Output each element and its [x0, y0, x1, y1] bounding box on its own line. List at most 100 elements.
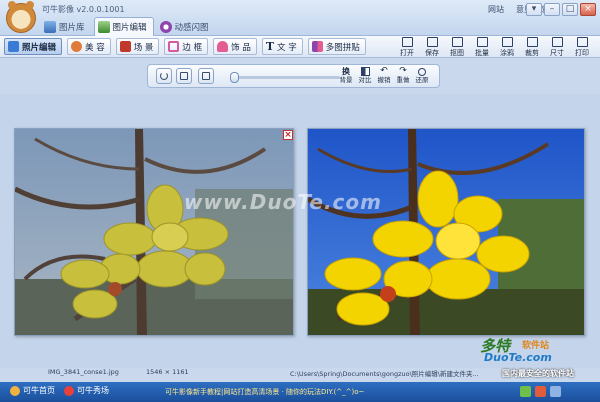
- restore-icon: [418, 68, 426, 76]
- workspace: × www.DuoTe.com IMG_3841_conse1.jpg 1546…: [0, 94, 600, 378]
- compare-icon: [360, 67, 370, 76]
- category-collage-button[interactable]: 多图拼贴: [307, 38, 366, 55]
- actual-size-button[interactable]: [198, 68, 214, 84]
- scene-icon: [119, 41, 131, 52]
- category-label: 场 景: [133, 42, 154, 53]
- restore-label: 还原: [415, 76, 429, 84]
- compare-label: 对比: [358, 76, 372, 84]
- app-title: 可牛影像 v2.0.0.1001: [42, 5, 125, 14]
- doodle-icon: [501, 37, 513, 47]
- action-label: 裁剪: [525, 49, 539, 57]
- news-ticker[interactable]: 可牛影像新手教程|网站打造高清场景 · 随你的玩法DIY.(^_^)o~: [165, 387, 364, 397]
- image-edit-icon: [97, 21, 110, 33]
- compare-button[interactable]: 对比: [355, 67, 375, 87]
- batch-button[interactable]: 批量: [471, 36, 493, 58]
- site-watermark-sub: 软件站: [522, 341, 550, 351]
- actual-size-icon: [202, 72, 210, 80]
- original-photo[interactable]: [14, 128, 294, 336]
- category-decoration-button[interactable]: 饰 品: [213, 38, 257, 55]
- undo-icon: ↶: [380, 66, 388, 76]
- website-link[interactable]: 网站: [488, 4, 504, 15]
- tab-label: 图片库: [59, 23, 85, 33]
- show-label: 可牛秀场: [77, 386, 109, 395]
- doodle-button[interactable]: 涂鸦: [496, 36, 518, 58]
- action-label: 抠图: [450, 49, 464, 57]
- category-label: 照片编辑: [22, 42, 57, 53]
- save-button[interactable]: 保存: [421, 36, 443, 58]
- tab-label: 动感闪图: [174, 23, 209, 33]
- status-bar: 可牛首页 可牛秀场 可牛影像新手教程|网站打造高清场景 · 随你的玩法DIY.(…: [0, 382, 600, 402]
- action-buttons: 打开 保存 抠图 批量 涂鸦 裁剪 尺寸 打印: [396, 36, 593, 58]
- resize-icon: [551, 37, 563, 47]
- site-watermark: 多特 软件站 DuoTe.com 国内最安全的软件站: [462, 333, 598, 381]
- redo-icon: ↷: [399, 66, 407, 76]
- monitor-icon: [180, 72, 188, 80]
- category-label: 饰 品: [231, 42, 251, 53]
- tray-refresh-icon[interactable]: [520, 386, 531, 397]
- category-buttons: 照片编辑 美 容 场 景 边 框 饰 品 T 文 字 多图拼贴: [4, 38, 366, 55]
- crop-button[interactable]: 裁剪: [521, 36, 543, 58]
- category-beauty-button[interactable]: 美 容: [67, 38, 111, 55]
- open-button[interactable]: 打开: [396, 36, 418, 58]
- cutout-button[interactable]: 抠图: [446, 36, 468, 58]
- app-logo-icon: [6, 1, 36, 33]
- redo-button[interactable]: ↷ 重做: [393, 67, 413, 87]
- fit-window-button[interactable]: [176, 68, 192, 84]
- save-icon: [426, 37, 438, 47]
- show-link[interactable]: 可牛秀场: [64, 385, 109, 396]
- toolbar: 照片编辑 美 容 场 景 边 框 饰 品 T 文 字 多图拼贴 打开 保存 抠图…: [0, 36, 600, 58]
- photo-edit-icon: [8, 41, 19, 52]
- tab-image-library[interactable]: 图片库: [40, 17, 92, 36]
- tray-alert-icon[interactable]: [535, 386, 546, 397]
- tab-image-edit[interactable]: 图片编辑: [93, 17, 154, 36]
- photo-filename: IMG_3841_conse1.jpg: [48, 368, 119, 376]
- action-label: 涂鸦: [500, 49, 514, 57]
- undo-button[interactable]: ↶ 撤销: [374, 67, 394, 87]
- home-label: 可牛首页: [23, 386, 55, 395]
- category-label: 美 容: [85, 42, 105, 53]
- swap-background-button[interactable]: 换 背景: [336, 67, 356, 87]
- duote-watermark: www.DuoTe.com: [184, 190, 382, 214]
- resize-button[interactable]: 尺寸: [546, 36, 568, 58]
- action-label: 批量: [475, 49, 489, 57]
- category-photo-edit-button[interactable]: 照片编辑: [4, 38, 63, 55]
- photo-dimensions: 1546 × 1161: [146, 368, 189, 376]
- action-label: 打印: [575, 49, 589, 57]
- print-button[interactable]: 打印: [571, 36, 593, 58]
- batch-icon: [476, 37, 488, 47]
- menu-button[interactable]: ▾: [526, 3, 542, 16]
- tab-animated-gif[interactable]: 动感闪图: [156, 17, 216, 36]
- home-icon: [10, 385, 20, 396]
- open-icon: [401, 37, 413, 47]
- restore-button[interactable]: 还原: [412, 67, 432, 87]
- window-controls: ▾ – □ ×: [526, 3, 596, 16]
- category-label: 文 字: [277, 42, 297, 53]
- maximize-button[interactable]: □: [562, 3, 578, 16]
- category-label: 多图拼贴: [325, 42, 360, 53]
- collage-icon: [311, 41, 323, 52]
- zoom-slider[interactable]: [230, 72, 340, 83]
- action-label: 保存: [425, 49, 439, 57]
- image-library-icon: [44, 21, 56, 33]
- edited-photo[interactable]: [307, 128, 585, 336]
- rotate-button[interactable]: [156, 68, 172, 84]
- close-photo-icon[interactable]: ×: [283, 130, 293, 140]
- site-watermark-tag: 国内最安全的软件站: [502, 369, 574, 378]
- view-control-bar: 换 背景 对比 ↶ 撤销 ↷ 重做 还原: [147, 64, 440, 88]
- close-button[interactable]: ×: [580, 3, 596, 16]
- frame-icon: [168, 41, 180, 52]
- zoom-slider-thumb[interactable]: [230, 72, 240, 83]
- tray-settings-icon[interactable]: [550, 386, 561, 397]
- minimize-button[interactable]: –: [544, 3, 560, 16]
- undo-label: 撤销: [377, 76, 391, 84]
- text-icon: T: [265, 40, 275, 53]
- category-scene-button[interactable]: 场 景: [115, 38, 160, 55]
- crop-icon: [526, 37, 538, 47]
- home-link[interactable]: 可牛首页: [10, 385, 55, 396]
- category-label: 边 框: [182, 42, 203, 53]
- category-text-button[interactable]: T 文 字: [261, 38, 303, 55]
- print-icon: [576, 37, 588, 47]
- category-frame-button[interactable]: 边 框: [164, 38, 209, 55]
- decoration-icon: [217, 41, 229, 52]
- animated-gif-icon: [159, 21, 172, 33]
